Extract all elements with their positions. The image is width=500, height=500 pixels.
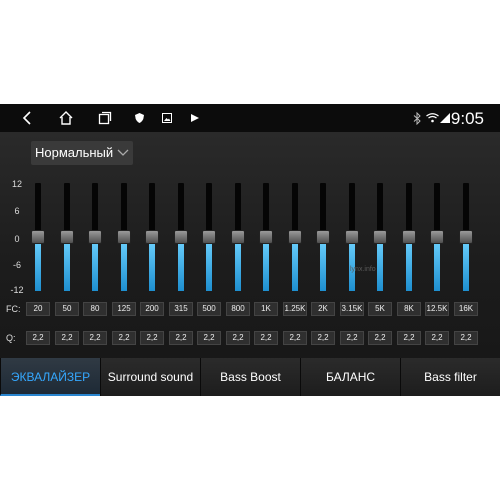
band-fill	[320, 237, 326, 291]
q-cell[interactable]: 2,2	[26, 331, 50, 345]
equalizer-panel: Нормальный 12 6 0 -6 -12 lynx.info FC: Q…	[0, 132, 500, 358]
fc-cell[interactable]: 8K	[397, 302, 421, 316]
band-fill	[292, 237, 298, 291]
band-fill	[349, 237, 355, 291]
preset-label: Нормальный	[35, 145, 114, 160]
status-bar: 9:05	[0, 104, 500, 132]
fc-cell[interactable]: 200	[140, 302, 164, 316]
band-knob[interactable]	[430, 230, 444, 244]
q-cell[interactable]: 2,2	[169, 331, 193, 345]
q-cell[interactable]: 2,2	[397, 331, 421, 345]
tab-bass-filter[interactable]: Bass filter	[400, 358, 500, 396]
y-label-12: 12	[11, 179, 22, 189]
y-label-0: 0	[14, 234, 20, 244]
bluetooth-icon	[412, 104, 422, 132]
q-cell[interactable]: 2,2	[425, 331, 449, 345]
band-knob[interactable]	[373, 230, 387, 244]
q-cell[interactable]: 2,2	[55, 331, 79, 345]
band-fill	[235, 237, 241, 291]
q-cell[interactable]: 2,2	[226, 331, 250, 345]
fc-cell[interactable]: 500	[197, 302, 221, 316]
tab-bass-boost[interactable]: Bass Boost	[200, 358, 300, 396]
y-label-minus12: -12	[10, 285, 24, 295]
band-knob[interactable]	[259, 230, 273, 244]
fc-cell[interactable]: 1.25K	[283, 302, 307, 316]
band-fill	[92, 237, 98, 291]
band-knob[interactable]	[202, 230, 216, 244]
tab-balance[interactable]: БАЛАНС	[300, 358, 400, 396]
fc-cell[interactable]: 20	[26, 302, 50, 316]
band-fill	[178, 237, 184, 291]
fc-row-label: FC:	[6, 304, 21, 314]
signal-icon	[440, 104, 450, 132]
watermark-text: lynx.info	[350, 266, 376, 273]
band-fill	[149, 237, 155, 291]
band-fill	[35, 237, 41, 291]
band-knob[interactable]	[174, 230, 188, 244]
band-fill	[406, 237, 412, 291]
band-knob[interactable]	[459, 230, 473, 244]
band-knob[interactable]	[231, 230, 245, 244]
band-fill	[463, 237, 469, 291]
band-knob[interactable]	[345, 230, 359, 244]
preset-dropdown[interactable]: Нормальный	[31, 141, 133, 165]
q-cell[interactable]: 2,2	[83, 331, 107, 345]
tab-bar: ЭКВАЛАЙЗЕР Surround sound Bass Boost БАЛ…	[0, 358, 500, 396]
back-icon[interactable]	[16, 104, 38, 132]
q-cell[interactable]: 2,2	[311, 331, 335, 345]
fc-cell[interactable]: 315	[169, 302, 193, 316]
head-unit-screen: 9:05 Нормальный 12 6 0 -6 -12 lynx.info …	[0, 104, 500, 396]
shield-icon	[132, 104, 146, 132]
band-knob[interactable]	[145, 230, 159, 244]
q-cell[interactable]: 2,2	[283, 331, 307, 345]
tab-surround-sound[interactable]: Surround sound	[100, 358, 200, 396]
home-icon[interactable]	[54, 104, 78, 132]
band-knob[interactable]	[60, 230, 74, 244]
band-knob[interactable]	[88, 230, 102, 244]
play-icon	[188, 104, 202, 132]
q-cell[interactable]: 2,2	[254, 331, 278, 345]
image-icon	[160, 104, 174, 132]
band-knob[interactable]	[402, 230, 416, 244]
fc-cell[interactable]: 1K	[254, 302, 278, 316]
fc-cell[interactable]: 5K	[368, 302, 392, 316]
band-fill	[64, 237, 70, 291]
q-cell[interactable]: 2,2	[368, 331, 392, 345]
y-label-minus6: -6	[12, 260, 21, 270]
recents-icon[interactable]	[94, 104, 116, 132]
fc-cell[interactable]: 2K	[311, 302, 335, 316]
q-cell[interactable]: 2,2	[140, 331, 164, 345]
fc-cell[interactable]: 125	[112, 302, 136, 316]
fc-cell[interactable]: 50	[55, 302, 79, 316]
band-fill	[434, 237, 440, 291]
band-fill	[377, 237, 383, 291]
fc-cell[interactable]: 80	[83, 302, 107, 316]
y-label-6: 6	[14, 206, 20, 216]
q-cell[interactable]: 2,2	[454, 331, 478, 345]
fc-cell[interactable]: 800	[226, 302, 250, 316]
band-knob[interactable]	[31, 230, 45, 244]
band-fill	[121, 237, 127, 291]
band-knob[interactable]	[117, 230, 131, 244]
wifi-icon	[425, 104, 439, 132]
band-fill	[206, 237, 212, 291]
fc-cell[interactable]: 12.5K	[425, 302, 449, 316]
q-row-label: Q:	[6, 333, 16, 343]
q-cell[interactable]: 2,2	[112, 331, 136, 345]
band-knob[interactable]	[316, 230, 330, 244]
clock: 9:05	[450, 109, 484, 128]
chevron-down-icon	[117, 141, 129, 173]
fc-cell[interactable]: 16K	[454, 302, 478, 316]
fc-cell[interactable]: 3.15K	[340, 302, 364, 316]
band-knob[interactable]	[288, 230, 302, 244]
band-fill	[263, 237, 269, 291]
tab-equalizer[interactable]: ЭКВАЛАЙЗЕР	[0, 358, 100, 396]
q-cell[interactable]: 2,2	[340, 331, 364, 345]
q-cell[interactable]: 2,2	[197, 331, 221, 345]
